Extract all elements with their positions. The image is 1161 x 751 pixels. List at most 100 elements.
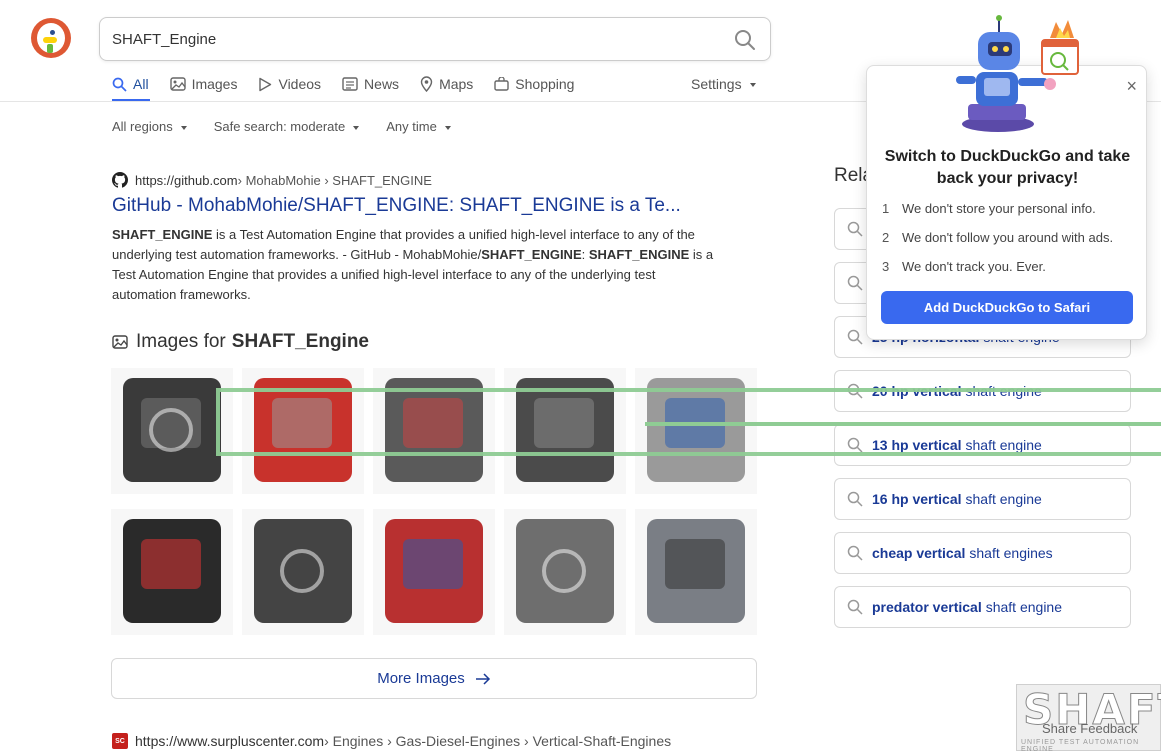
news-icon [342,77,358,91]
search-result: https://github.com › MohabMohie › SHAFT_… [112,172,722,305]
shaft-watermark-logo: SHAFT UNIFIED TEST AUTOMATION ENGINE [1016,684,1161,751]
images-module-heading[interactable]: Images for SHAFT_Engine [112,331,369,353]
result-breadcrumb: › Engines › Gas-Diesel-Engines › Vertica… [324,733,672,749]
chevron-down-icon [749,83,756,88]
region-filter[interactable]: All regions [112,119,187,134]
tab-maps[interactable]: Maps [420,73,473,95]
result-breadcrumb: › MohabMohie › SHAFT_ENGINE [237,172,432,188]
surpluscenter-icon: SC [112,733,128,749]
result-snippet: SHAFT_ENGINE is a Test Automation Engine… [112,225,722,305]
search-tabs: All Images Videos News Maps Shopping [112,73,595,101]
tab-label: Shopping [515,76,575,92]
point-text: We don't store your personal info. [902,201,1096,216]
share-feedback-link[interactable]: Share Feedback [1042,721,1137,736]
safe-search-filter[interactable]: Safe search: moderate [214,119,360,134]
search-filters: All regions Safe search: moderate Any ti… [112,119,478,134]
image-thumbnail[interactable] [242,509,364,635]
result-title-link[interactable]: GitHub - MohabMohie/SHAFT_ENGINE: SHAFT_… [112,195,712,217]
result-domain: https://github.com [135,172,238,188]
image-icon [112,335,128,349]
close-icon[interactable]: × [1126,76,1137,97]
privacy-points: 1 We don't store your personal info. 2 We … [882,201,1113,288]
related-search-item[interactable]: predator vertical shaft engine [834,586,1131,628]
logo-tie [47,44,53,53]
search-icon [847,545,863,561]
point-number: 1 [882,201,890,216]
shopping-bag-icon [494,77,509,91]
related-text: shaft engine [965,491,1042,507]
engine-detail [141,539,201,589]
settings-label: Settings [691,76,742,92]
more-images-label: More Images [377,670,465,687]
engine-detail [280,549,324,593]
image-thumbnail[interactable] [635,509,757,635]
safe-search-label: Safe search: moderate [213,119,346,134]
search-icon [112,77,127,92]
images-heading-query: SHAFT_Engine [231,331,369,352]
engine-detail [665,539,725,589]
arrow-right-icon [475,672,490,685]
search-icon [847,275,863,291]
point-text: We don't track you. Ever. [902,259,1046,274]
logo-eye [50,30,55,35]
duckduckgo-logo[interactable] [31,18,71,58]
list-item: 1 We don't store your personal info. [882,201,1113,230]
related-bold: 16 hp vertical [872,491,962,507]
image-thumbnail[interactable] [373,509,495,635]
watermark-tagline: UNIFIED TEST AUTOMATION ENGINE [1021,739,1140,751]
search-icon [847,329,863,345]
highlight-overlay-line [645,422,1161,426]
image-thumbnail[interactable] [111,509,233,635]
search-icon [847,599,863,615]
popup-title: Switch to DuckDuckGo and take back your … [884,148,1131,187]
play-icon [259,77,272,91]
tab-videos[interactable]: Videos [258,73,321,95]
map-pin-icon [420,76,433,92]
tab-label: Images [191,76,238,92]
image-thumbnail[interactable] [111,368,233,494]
related-bold: cheap vertical [872,545,966,561]
image-icon [169,77,186,91]
snippet-bold: SHAFT_ENGINE [112,227,213,242]
search-query[interactable]: SHAFT_Engine [112,31,216,48]
chevron-down-icon [444,125,451,130]
related-search-item[interactable]: cheap vertical shaft engines [834,532,1131,574]
list-item: 2 We don't follow you around with ads. [882,230,1113,259]
tab-images[interactable]: Images [169,73,238,95]
tab-news[interactable]: News [342,73,399,95]
result-url[interactable]: SC https://www.surpluscenter.com › Engin… [112,733,671,749]
tab-shopping[interactable]: Shopping [494,73,574,95]
images-heading-prefix: Images for [136,331,226,352]
image-thumbnail[interactable] [504,509,626,635]
search-icon [847,491,863,507]
search-icon [847,221,863,237]
time-filter[interactable]: Any time [386,119,451,134]
search-input[interactable]: SHAFT_Engine [99,17,771,61]
logo-beak [43,37,57,43]
point-text: We don't follow you around with ads. [902,230,1114,245]
add-to-safari-button[interactable]: Add DuckDuckGo to Safari [881,291,1133,324]
list-item: 3 We don't track you. Ever. [882,259,1113,288]
related-text: shaft engine [985,599,1063,615]
related-text: shaft engines [969,545,1053,561]
engine-detail [542,549,586,593]
snippet-text: : [581,247,586,262]
result-url[interactable]: https://github.com › MohabMohie › SHAFT_… [112,172,722,188]
snippet-bold: SHAFT_ENGINE [588,247,690,262]
tab-label: Videos [278,76,322,92]
related-search-item[interactable]: 16 hp vertical shaft engine [834,478,1131,520]
search-icon[interactable] [734,29,756,56]
tab-all[interactable]: All [112,73,149,95]
chevron-down-icon [353,125,360,130]
robot-illustration [956,15,1079,132]
engine-detail [403,539,463,589]
github-icon [112,172,128,188]
engine-detail [149,408,193,452]
settings-dropdown[interactable]: Settings [691,76,756,92]
tab-label: News [364,76,400,92]
tab-label: Maps [439,76,474,92]
point-number: 2 [882,230,890,245]
more-images-button[interactable]: More Images [111,658,757,699]
region-filter-label: All regions [112,119,173,134]
snippet-bold: SHAFT_ENGINE [481,247,582,262]
